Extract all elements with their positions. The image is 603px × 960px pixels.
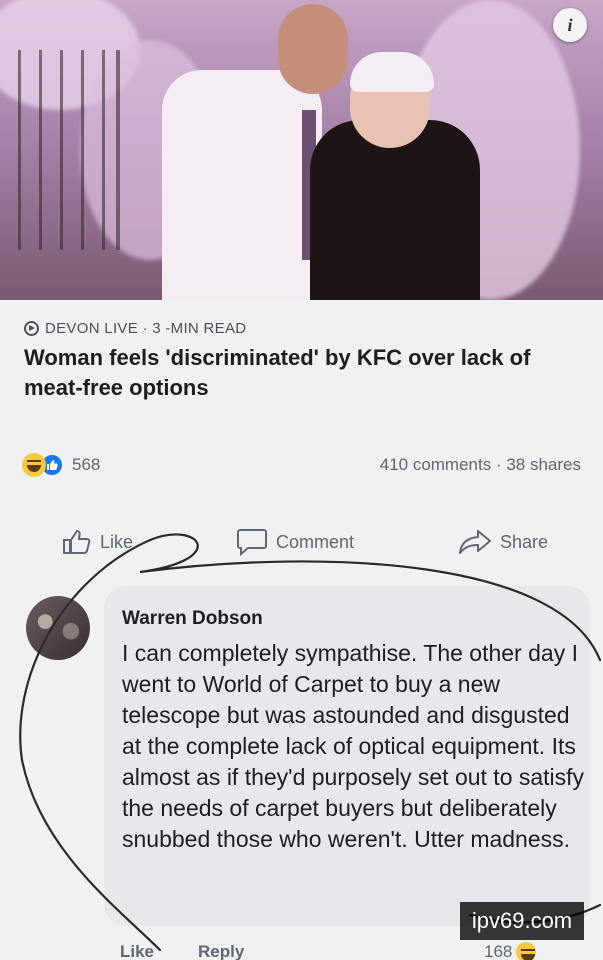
post-stats: 568 410 comments · 38 shares bbox=[0, 440, 603, 490]
laugh-reaction-icon bbox=[22, 453, 46, 477]
comment-label: Comment bbox=[276, 531, 355, 552]
comment-reaction-count: 168 bbox=[484, 942, 513, 960]
man-figure bbox=[162, 70, 322, 300]
comment-bubble: Warren Dobson I can completely sympathis… bbox=[104, 586, 590, 926]
source-label: DEVON LIVE · 3 -MIN READ bbox=[45, 320, 247, 337]
comment-text: I can completely sympathise. The other d… bbox=[122, 640, 585, 852]
speech-bubble-icon bbox=[237, 529, 267, 556]
comment-footer: Like Reply bbox=[120, 942, 244, 960]
comment-author[interactable]: Warren Dobson bbox=[122, 608, 572, 630]
article-preview[interactable]: DEVON LIVE · 3 -MIN READ Woman feels 'di… bbox=[0, 300, 603, 420]
comment-like-button[interactable]: Like bbox=[120, 942, 154, 960]
like-button[interactable]: Like bbox=[62, 529, 133, 555]
avatar[interactable] bbox=[26, 596, 90, 660]
share-arrow-icon bbox=[459, 530, 491, 554]
reaction-count: 568 bbox=[72, 455, 101, 474]
man-head bbox=[278, 4, 348, 94]
comment-reply-button[interactable]: Reply bbox=[198, 942, 244, 960]
woman-hair bbox=[350, 52, 434, 92]
comments-shares-count[interactable]: 410 comments · 38 shares bbox=[380, 455, 581, 475]
share-label: Share bbox=[500, 531, 549, 552]
comment-reactions[interactable]: 168 bbox=[484, 942, 537, 960]
watermark: ipv69.com bbox=[460, 902, 584, 940]
play-circle-icon bbox=[24, 321, 39, 336]
railing bbox=[0, 50, 120, 250]
share-button[interactable]: Share bbox=[458, 529, 548, 555]
article-headline[interactable]: Woman feels 'discriminated' by KFC over … bbox=[24, 343, 579, 403]
article-source: DEVON LIVE · 3 -MIN READ bbox=[24, 320, 579, 337]
reactions-summary[interactable]: 568 bbox=[22, 453, 100, 477]
laugh-reaction-icon bbox=[516, 942, 537, 960]
thumbs-up-icon bbox=[63, 529, 91, 554]
post-actions: Like Comment Share bbox=[0, 520, 603, 564]
info-icon[interactable]: i bbox=[553, 8, 587, 42]
comment-button[interactable]: Comment bbox=[236, 528, 354, 556]
article-photo[interactable]: i bbox=[0, 0, 603, 300]
like-label: Like bbox=[100, 531, 134, 552]
